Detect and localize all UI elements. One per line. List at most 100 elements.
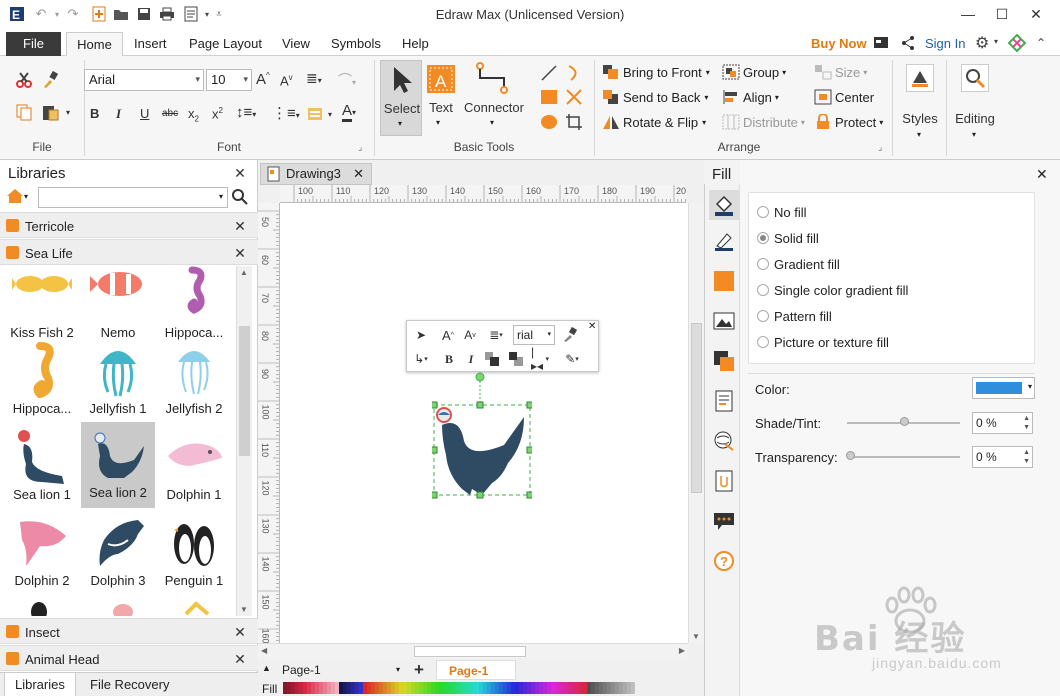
palette-swatch[interactable]: [303, 682, 307, 694]
drawing-page[interactable]: ➤ A ^ Av ≣ ▾ rial ▾ ✕ ↳ ▾ B I |▸◂ ▾ ✎ ▾: [280, 203, 688, 643]
connector-style-icon[interactable]: ↳ ▾: [412, 350, 430, 368]
palette-swatch[interactable]: [339, 682, 343, 694]
shape-partial[interactable]: [110, 600, 136, 616]
palette-swatch[interactable]: [535, 682, 539, 694]
palette-swatch[interactable]: [603, 682, 607, 694]
fill-panel-icon[interactable]: [709, 190, 739, 220]
palette-swatch[interactable]: [423, 682, 427, 694]
spin-down-icon[interactable]: ▼: [1023, 458, 1030, 466]
shadow-panel-icon[interactable]: [713, 270, 735, 292]
close-document-icon[interactable]: ✕: [353, 164, 364, 184]
line-tool-icon[interactable]: [540, 64, 558, 85]
close-category-icon[interactable]: ✕: [232, 624, 248, 641]
flip-icon[interactable]: |▸◂ ▾: [531, 345, 549, 373]
align-text-icon[interactable]: ≣ ▾: [487, 326, 505, 344]
library-scroll-thumb[interactable]: [239, 326, 250, 456]
palette-swatch[interactable]: [419, 682, 423, 694]
text-path-icon[interactable]: ⌒▾: [338, 70, 356, 90]
settings-dropdown-icon[interactable]: ▾: [994, 37, 998, 46]
selected-sea-lion-shape[interactable]: [430, 371, 534, 499]
palette-swatch[interactable]: [443, 682, 447, 694]
library-category-animal-head[interactable]: Animal Head ✕: [0, 645, 258, 671]
palette-swatch[interactable]: [367, 682, 371, 694]
scroll-up-icon[interactable]: ▲: [240, 268, 248, 277]
palette-swatch[interactable]: [531, 682, 535, 694]
scroll-down-icon[interactable]: ▼: [240, 605, 248, 614]
select-tool-button[interactable]: Select ▾: [380, 60, 422, 136]
text-tool-icon[interactable]: A: [425, 63, 457, 98]
add-page-button[interactable]: +: [414, 660, 424, 680]
transparency-input[interactable]: 0 % ▲ ▼: [972, 446, 1033, 468]
paste-dropdown-icon[interactable]: ▾: [58, 102, 78, 122]
paste-icon[interactable]: [40, 102, 60, 122]
palette-swatch[interactable]: [287, 682, 291, 694]
palette-swatch[interactable]: [439, 682, 443, 694]
palette-swatch[interactable]: [283, 682, 287, 694]
connector-tool-icon[interactable]: [474, 62, 512, 97]
transparency-slider[interactable]: [847, 456, 960, 458]
line-panel-icon[interactable]: [713, 230, 735, 252]
shape-sea-lion-2[interactable]: Sea lion 2: [81, 422, 155, 508]
palette-swatch[interactable]: [579, 682, 583, 694]
text-align-icon[interactable]: ≣▾: [306, 70, 322, 87]
palette-swatch[interactable]: [595, 682, 599, 694]
bold-button[interactable]: B: [440, 350, 458, 368]
copy-icon[interactable]: [14, 102, 34, 122]
decrease-font-icon[interactable]: Av: [461, 326, 479, 344]
increase-font-icon[interactable]: A^: [256, 71, 270, 88]
align-button[interactable]: Align ▾: [722, 89, 779, 105]
crop-tool-icon[interactable]: [565, 113, 583, 134]
connector-dropdown-icon[interactable]: ▾: [490, 118, 494, 127]
comment-icon[interactable]: [713, 510, 735, 532]
palette-swatch[interactable]: [619, 682, 623, 694]
help-icon[interactable]: ?: [713, 550, 735, 572]
tab-home[interactable]: Home: [66, 32, 123, 57]
palette-swatch[interactable]: [567, 682, 571, 694]
palette-swatch[interactable]: [571, 682, 575, 694]
format-painter-icon[interactable]: [561, 326, 579, 344]
palette-swatch[interactable]: [543, 682, 547, 694]
palette-swatch[interactable]: [575, 682, 579, 694]
spin-up-icon[interactable]: ▲: [1023, 415, 1030, 423]
increase-font-icon[interactable]: A^: [439, 326, 457, 344]
bring-to-front-button[interactable]: Bring to Front ▾: [602, 64, 710, 80]
palette-swatch[interactable]: [363, 682, 367, 694]
shape-dolphin-3[interactable]: Dolphin 3: [81, 510, 155, 596]
palette-swatch[interactable]: [459, 682, 463, 694]
shape-hippocampus-2[interactable]: Hippoca...: [5, 338, 79, 424]
shape-nemo[interactable]: Nemo: [81, 262, 155, 348]
size-button[interactable]: Size ▾: [814, 64, 867, 80]
palette-swatch[interactable]: [511, 682, 515, 694]
palette-swatch[interactable]: [475, 682, 479, 694]
shape-kiss-fish-2[interactable]: Kiss Fish 2: [5, 262, 79, 348]
font-color-icon[interactable]: A▾: [342, 102, 356, 122]
palette-swatch[interactable]: [607, 682, 611, 694]
center-button[interactable]: Center: [814, 89, 874, 105]
close-window-button[interactable]: ✕: [1021, 3, 1051, 25]
tab-insert[interactable]: Insert: [134, 36, 167, 51]
palette-swatch[interactable]: [399, 682, 403, 694]
palette-swatch[interactable]: [631, 682, 635, 694]
palette-swatch[interactable]: [507, 682, 511, 694]
scroll-left-icon[interactable]: ◀: [261, 646, 267, 655]
library-scrollbar[interactable]: ▲ ▼: [236, 266, 252, 616]
palette-swatch[interactable]: [555, 682, 559, 694]
text-background-dropdown-icon[interactable]: ▾: [320, 104, 340, 124]
rectangle-tool-icon[interactable]: [540, 88, 558, 109]
palette-swatch[interactable]: [583, 682, 587, 694]
color-picker[interactable]: ▾: [972, 377, 1035, 399]
canvas-vscroll-thumb[interactable]: [691, 323, 702, 493]
group-button[interactable]: Group ▾: [722, 64, 786, 80]
sign-in-link[interactable]: Sign In: [925, 36, 965, 51]
palette-swatch[interactable]: [447, 682, 451, 694]
home-dropdown-icon[interactable]: ▾: [24, 192, 28, 201]
palette-swatch[interactable]: [291, 682, 295, 694]
palette-swatch[interactable]: [407, 682, 411, 694]
shape-partial[interactable]: [184, 600, 210, 616]
palette-swatch[interactable]: [451, 682, 455, 694]
bold-button[interactable]: B: [90, 106, 99, 121]
line-spacing-icon[interactable]: ↕≡▾: [236, 104, 256, 121]
palette-swatch[interactable]: [435, 682, 439, 694]
tab-file-recovery[interactable]: File Recovery: [80, 673, 179, 696]
palette-swatch[interactable]: [563, 682, 567, 694]
